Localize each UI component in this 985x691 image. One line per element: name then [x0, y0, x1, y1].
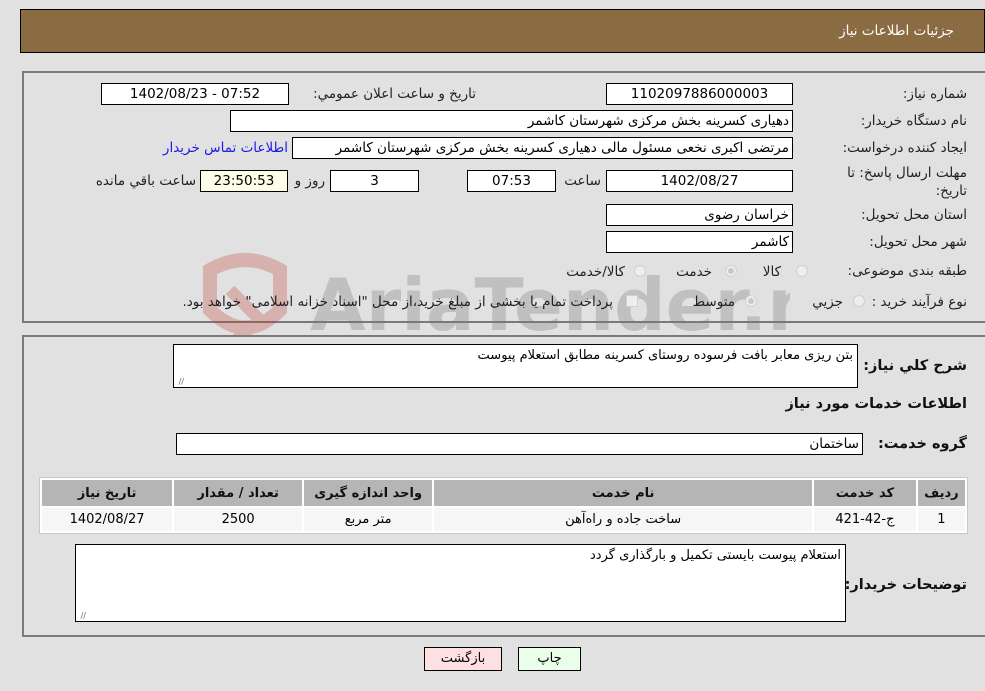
table-header-row: ردیف کد خدمت نام خدمت واحد اندازه گیری ت… — [42, 480, 965, 506]
deadline-time-label: ساعت — [564, 173, 601, 189]
page-title: جزئیات اطلاعات نیاز — [839, 23, 954, 39]
col-header-row-number: ردیف — [917, 480, 965, 506]
process-radio-medium[interactable] — [745, 295, 757, 307]
col-header-unit: واحد اندازه گیری — [304, 480, 433, 506]
need-number-label: شماره نیاز: — [902, 86, 967, 102]
service-group-label: گروه خدمت: — [877, 436, 967, 452]
buyer-notes-textarea[interactable]: استعلام پیوست بایستی تکمیل و بارگذاری گر… — [75, 544, 846, 622]
page-header: جزئیات اطلاعات نیاز — [20, 9, 985, 53]
category-radio-goods-service[interactable] — [634, 265, 646, 277]
buyer-org-field: دهیاری کسرینه بخش مرکزی شهرستان کاشمر — [230, 110, 793, 132]
col-header-service-code: کد خدمت — [814, 480, 916, 506]
deadline-label-line1: مهلت ارسال پاسخ: تا — [847, 165, 967, 181]
print-button[interactable]: چاپ — [518, 647, 581, 671]
table-row: 1 ج-42-421 ساخت جاده و راه‌آهن متر مربع … — [42, 508, 965, 531]
need-number-field: 1102097886000003 — [606, 83, 793, 105]
announce-date-field: 1402/08/23 - 07:52 — [101, 83, 289, 105]
cell-row-number: 1 — [917, 508, 965, 531]
city-label: شهر محل تحویل: — [869, 234, 967, 250]
deadline-date-field: 1402/08/27 — [606, 170, 793, 192]
category-option-goods-service: کالا/خدمت — [566, 264, 625, 280]
province-label: استان محل تحویل: — [861, 207, 967, 223]
buyer-notes-label: توضیحات خریدار: — [844, 577, 967, 593]
city-field: کاشمر — [606, 231, 793, 253]
creator-label: ایجاد کننده درخواست: — [842, 140, 967, 156]
services-heading: اطلاعات خدمات مورد نیاز — [785, 396, 967, 412]
description-label: شرح کلي نیاز: — [863, 358, 967, 374]
deadline-label-line2: تاریخ: — [935, 183, 967, 199]
province-field: خراسان رضوی — [606, 204, 793, 226]
buyer-contact-link[interactable]: اطلاعات تماس خریدار — [163, 140, 288, 156]
process-option-minor: جزيي — [812, 294, 843, 310]
services-table: ردیف کد خدمت نام خدمت واحد اندازه گیری ت… — [39, 477, 968, 534]
category-radio-goods[interactable] — [796, 265, 808, 277]
category-option-goods: کالا — [762, 264, 781, 280]
cell-need-date: 1402/08/27 — [42, 508, 173, 531]
col-header-service-name: نام خدمت — [434, 480, 813, 506]
back-button[interactable]: بازگشت — [424, 647, 502, 671]
deadline-time-field: 07:53 — [467, 170, 556, 192]
remaining-time-field: 23:50:53 — [200, 170, 288, 192]
service-group-field: ساختمان — [176, 433, 863, 455]
description-text: بتن ریزی معابر بافت فرسوده روستای کسرینه… — [477, 348, 853, 363]
need-details-panel — [22, 71, 985, 323]
category-radio-service[interactable] — [725, 265, 737, 277]
col-header-need-date: تاریخ نیاز — [42, 480, 173, 506]
cell-service-code: ج-42-421 — [814, 508, 916, 531]
description-textarea[interactable]: بتن ریزی معابر بافت فرسوده روستای کسرینه… — [173, 344, 858, 388]
process-option-medium: متوسط — [692, 294, 735, 310]
days-remaining-field: 3 — [330, 170, 419, 192]
cell-unit: متر مربع — [304, 508, 433, 531]
category-label: طبقه بندی موضوعی: — [847, 263, 967, 279]
category-option-service: خدمت — [676, 264, 712, 280]
buyer-notes-text: استعلام پیوست بایستی تکمیل و بارگذاری گر… — [590, 548, 841, 563]
process-radio-minor[interactable] — [853, 295, 865, 307]
treasury-checkbox[interactable] — [626, 295, 638, 307]
buyer-org-label: نام دستگاه خریدار: — [860, 113, 967, 129]
cell-quantity: 2500 — [174, 508, 303, 531]
creator-field: مرتضی اکبری نخعی مسئول مالی دهیاری کسرین… — [292, 137, 793, 159]
resize-grip-icon[interactable]: ∕∕ — [176, 378, 184, 386]
remaining-time-label: ساعت باقي مانده — [95, 173, 196, 189]
resize-grip-icon[interactable]: ∕∕ — [78, 612, 86, 620]
days-label: روز و — [294, 173, 325, 189]
announce-date-label: تاریخ و ساعت اعلان عمومي: — [313, 86, 476, 102]
col-header-quantity: تعداد / مقدار — [174, 480, 303, 506]
treasury-note: پرداخت تمام یا بخشی از مبلغ خرید،از محل … — [182, 294, 613, 310]
process-type-label: نوع فرآیند خرید : — [871, 294, 967, 310]
cell-service-name: ساخت جاده و راه‌آهن — [434, 508, 813, 531]
